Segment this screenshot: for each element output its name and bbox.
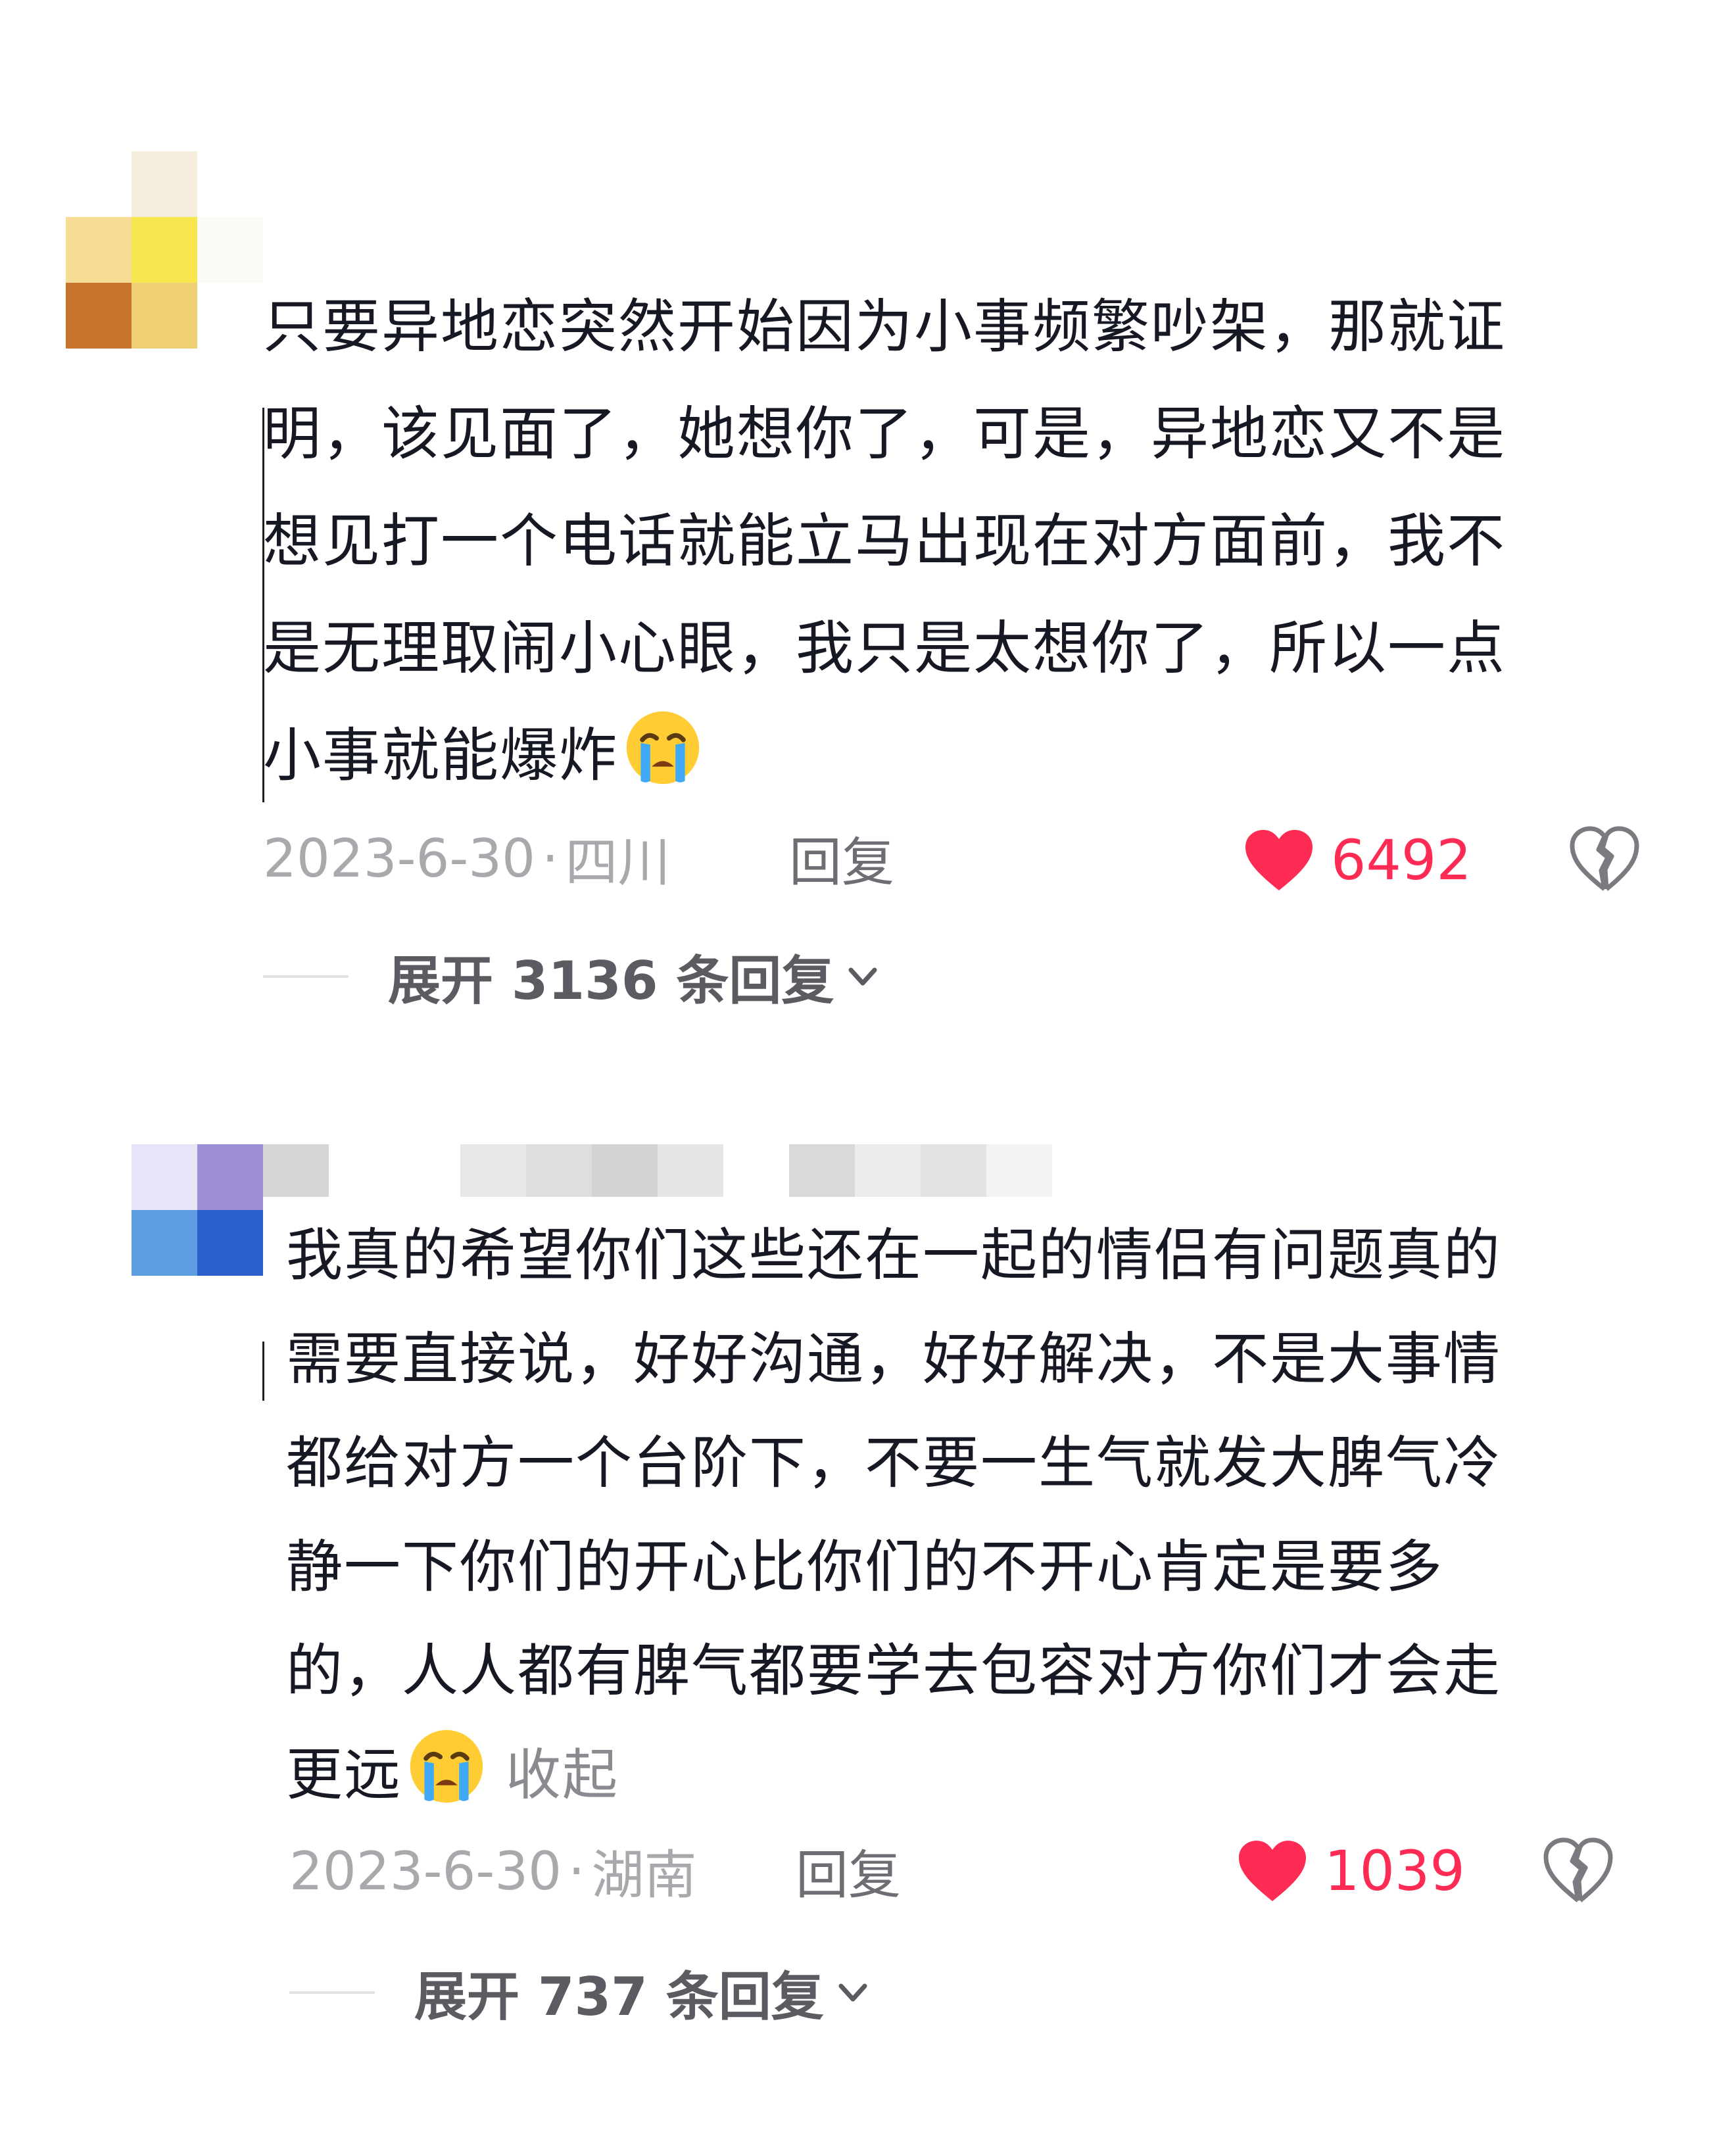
reply-button[interactable]: 回复: [789, 820, 894, 896]
like-count: 1039: [1324, 1839, 1465, 1903]
blur-pixel: [921, 1144, 986, 1197]
like-button[interactable]: 1039: [1236, 1831, 1465, 1910]
comment-text-line: 明，该见面了，她想你了，可是，异地恋又不是: [263, 400, 1507, 468]
comment-text-line: 只要异地恋突然开始因为小事频繁吵架，那就证: [263, 293, 1507, 360]
comment-text-line: 需要直接说，好好沟通，好好解决，不是大事情: [286, 1326, 1501, 1392]
comment-date: 2023-6-30: [289, 1840, 562, 1902]
avatar-pixel: [197, 283, 263, 349]
avatar-pixel: [132, 217, 197, 283]
comment-text-line: 的，人人都有脾气都要学去包容对方你们才会走: [286, 1638, 1501, 1704]
avatar-pixel: [197, 1144, 263, 1210]
username-redacted: [460, 1144, 723, 1197]
collapse-button[interactable]: 收起: [506, 1743, 619, 1807]
username-redacted: [789, 1144, 1052, 1197]
broken-heart-icon[interactable]: [1542, 1835, 1614, 1907]
meta-separator: ·: [542, 827, 559, 889]
chevron-down-icon: [838, 1983, 867, 2002]
blur-pixel: [592, 1144, 658, 1197]
like-count: 6492: [1331, 828, 1472, 892]
blur-pixel: [986, 1144, 1052, 1197]
expand-replies-label: 展开 737 条回复: [414, 1966, 824, 2027]
expand-replies-button[interactable]: 展开 3136 条回复: [263, 940, 882, 1013]
avatar-pixel: [132, 151, 197, 217]
comment-location: 湖南: [591, 1845, 697, 1906]
avatar-pixel: [132, 1144, 197, 1210]
avatar-pixel: [197, 217, 263, 283]
heart-icon: [1239, 1841, 1306, 1901]
comment-text-line: 想见打一个电话就能立马出现在对方面前，我不: [263, 507, 1507, 575]
chevron-down-icon: [848, 967, 877, 986]
comment-text-line: 都给对方一个台阶下，不要一生气就发大脾气冷: [286, 1430, 1501, 1496]
avatar-pixel: [66, 217, 132, 283]
expand-dash: [263, 975, 349, 978]
comment-text-line-last: 更远 收起: [286, 1723, 1501, 1827]
blur-pixel: [460, 1144, 526, 1197]
comment-text-line-last: 小事就能爆炸: [263, 702, 1506, 809]
comment-meta: 2023-6-30 · 四川 回复: [263, 822, 921, 894]
comment-location: 四川: [565, 832, 671, 893]
comment-meta: 2023-6-30 · 湖南 回复: [289, 1835, 947, 1907]
crying-face-emoji: [410, 1730, 483, 1803]
comment-text-line: 更远: [286, 1742, 402, 1808]
crying-face-emoji: [626, 711, 700, 785]
avatar-pixel: [197, 151, 263, 217]
meta-separator: ·: [568, 1840, 585, 1902]
comment-text-line: 小事就能爆炸: [263, 721, 619, 789]
blur-pixel: [658, 1144, 723, 1197]
expand-replies-label: 展开 3136 条回复: [388, 950, 834, 1011]
broken-heart-icon[interactable]: [1568, 823, 1641, 896]
reply-button[interactable]: 回复: [796, 1833, 901, 1909]
avatar-pixel: [66, 283, 132, 349]
avatar-pixel: [132, 283, 197, 349]
comment-date: 2023-6-30: [263, 827, 536, 889]
blur-pixel: [855, 1144, 921, 1197]
comment-body: 只要异地恋突然开始因为小事频繁吵架，那就证 明，该见面了，她想你了，可是，异地恋…: [263, 273, 1506, 809]
avatar[interactable]: [66, 151, 263, 349]
avatar-pixel: [66, 151, 132, 217]
blur-pixel: [526, 1144, 592, 1197]
comment-body: 我真的希望你们这些还在一起的情侣有问题真的 需要直接说，好好沟通，好好解决，不是…: [286, 1203, 1501, 1827]
heart-icon: [1245, 830, 1313, 890]
comment-text-line: 是无理取闹小心眼，我只是太想你了，所以一点: [263, 614, 1507, 682]
avatar-pixel: [197, 1210, 263, 1276]
comment-text-line: 我真的希望你们这些还在一起的情侣有问题真的: [286, 1223, 1501, 1288]
quote-line: [262, 1342, 264, 1401]
avatar-pixel: [263, 1144, 329, 1197]
comment-text-line: 静一下你们的开心比你们的不开心肯定是要多: [286, 1534, 1443, 1600]
like-button[interactable]: 6492: [1243, 821, 1472, 900]
expand-replies-button[interactable]: 展开 737 条回复: [289, 1956, 873, 2029]
avatar-pixel: [132, 1210, 197, 1276]
blur-pixel: [789, 1144, 855, 1197]
expand-dash: [289, 1991, 375, 1994]
